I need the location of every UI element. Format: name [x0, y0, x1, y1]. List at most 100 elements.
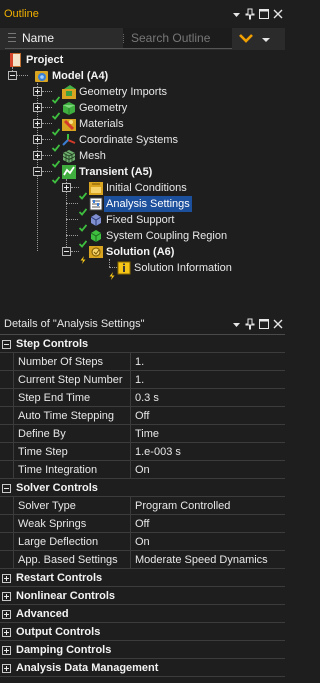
- tree-item-label: Analysis Settings: [104, 196, 192, 212]
- check-icon: [52, 96, 60, 104]
- property-name: App. Based Settings: [13, 550, 131, 569]
- toolbar-dropdown-icon[interactable]: [262, 36, 270, 44]
- property-value[interactable]: 0.3 s: [131, 389, 285, 407]
- tree-item-geometry-imports[interactable]: Geometry Imports: [61, 84, 169, 100]
- property-row[interactable]: Weak Springs Off: [0, 514, 285, 533]
- transient-analysis-icon: [62, 165, 76, 179]
- expand-toggle-coordinate-systems[interactable]: [33, 135, 42, 144]
- check-icon: [79, 192, 87, 200]
- property-name: Solver Type: [13, 496, 131, 515]
- property-row[interactable]: Time Step 1.e-003 s: [0, 442, 285, 461]
- property-row[interactable]: App. Based Settings Moderate Speed Dynam…: [0, 550, 285, 569]
- expand-toggle[interactable]: [2, 627, 11, 637]
- check-icon: [52, 176, 60, 184]
- model-icon: [35, 71, 48, 82]
- property-value[interactable]: 1.e-003 s: [131, 443, 285, 461]
- tree-item-mesh[interactable]: Mesh: [61, 148, 108, 164]
- expand-toggle[interactable]: [2, 573, 11, 583]
- property-name: Number Of Steps: [13, 352, 131, 371]
- tree-item-label: Solution Information: [134, 262, 232, 274]
- solution-icon: [89, 246, 103, 258]
- expand-toggle[interactable]: [2, 591, 11, 601]
- property-value[interactable]: Program Controlled: [131, 497, 285, 515]
- tree-item-model[interactable]: Model (A4): [34, 68, 110, 84]
- property-value[interactable]: On: [131, 461, 285, 479]
- system-coupling-region-icon: [90, 230, 102, 242]
- tree-item-system-coupling-region[interactable]: System Coupling Region: [88, 228, 229, 244]
- property-row[interactable]: Number Of Steps 1.: [0, 352, 285, 371]
- collapse-toggle-transient[interactable]: [33, 167, 42, 176]
- property-value[interactable]: Off: [131, 407, 285, 425]
- property-value[interactable]: Moderate Speed Dynamics: [131, 551, 285, 569]
- property-value[interactable]: 1.: [131, 353, 285, 371]
- pin-icon[interactable]: [243, 316, 257, 332]
- tree-item-solution-information[interactable]: Solution Information: [116, 260, 234, 276]
- tree-item-materials[interactable]: Materials: [61, 116, 126, 132]
- property-row[interactable]: Current Step Number 1.: [0, 370, 285, 389]
- expand-toggle[interactable]: [2, 609, 11, 619]
- tree-item-project[interactable]: Project: [8, 52, 65, 68]
- collapse-toggle[interactable]: [2, 483, 11, 493]
- property-value[interactable]: Time: [131, 425, 285, 443]
- maximize-icon[interactable]: [257, 316, 271, 332]
- expand-toggle-geometry-imports[interactable]: [33, 87, 42, 96]
- expand-toggle-initial-conditions[interactable]: [62, 183, 71, 192]
- name-column-selector[interactable]: Name: [5, 28, 123, 49]
- tree-item-label: Model (A4): [52, 70, 109, 82]
- collapse-toggle-solution[interactable]: [62, 247, 71, 256]
- property-row[interactable]: Large Deflection On: [0, 532, 285, 551]
- group-damping-controls[interactable]: Damping Controls: [0, 641, 285, 659]
- group-output-controls[interactable]: Output Controls: [0, 623, 285, 641]
- tree-item-label: Project: [26, 54, 64, 66]
- tree-item-initial-conditions[interactable]: Initial Conditions: [88, 180, 189, 196]
- expand-toggle-materials[interactable]: [33, 119, 42, 128]
- property-row[interactable]: Time Integration On: [0, 460, 285, 479]
- collapse-toggle-model[interactable]: [8, 71, 17, 80]
- tree-item-label: Mesh: [79, 150, 106, 162]
- search-outline-input[interactable]: Search Outline: [123, 28, 232, 49]
- group-label: Advanced: [16, 607, 69, 620]
- group-solver-controls[interactable]: Solver Controls: [0, 479, 285, 497]
- tree-item-coordinate-systems[interactable]: Coordinate Systems: [61, 132, 180, 148]
- property-row[interactable]: Auto Time Stepping Off: [0, 406, 285, 425]
- property-name: Define By: [13, 424, 131, 443]
- check-icon: [52, 144, 60, 152]
- dropdown-arrow-icon[interactable]: [229, 316, 243, 332]
- group-label: Analysis Data Management: [16, 661, 159, 674]
- expand-toggle[interactable]: [2, 645, 11, 655]
- tree-item-geometry[interactable]: Geometry: [61, 100, 129, 116]
- close-icon[interactable]: [271, 316, 285, 332]
- group-step-controls[interactable]: Step Controls: [0, 335, 285, 353]
- tree-item-analysis-settings[interactable]: Analysis Settings: [88, 196, 192, 212]
- group-analysis-data-management[interactable]: Analysis Data Management: [0, 659, 285, 677]
- property-row[interactable]: Define By Time: [0, 424, 285, 443]
- property-value[interactable]: Off: [131, 515, 285, 533]
- close-icon[interactable]: [271, 6, 285, 22]
- group-restart-controls[interactable]: Restart Controls: [0, 569, 285, 587]
- group-advanced[interactable]: Advanced: [0, 605, 285, 623]
- property-name: Step End Time: [13, 388, 131, 407]
- group-nonlinear-controls[interactable]: Nonlinear Controls: [0, 587, 285, 605]
- dropdown-arrow-icon[interactable]: [229, 6, 243, 22]
- tree-item-label: Geometry Imports: [79, 86, 168, 98]
- expand-toggle[interactable]: [2, 663, 11, 673]
- pin-icon[interactable]: [243, 6, 257, 22]
- expand-chevron-icon[interactable]: [238, 30, 254, 46]
- property-name: Weak Springs: [13, 514, 131, 533]
- tree-item-transient[interactable]: Transient (A5): [61, 164, 154, 180]
- collapse-toggle[interactable]: [2, 339, 11, 349]
- property-value[interactable]: 1.: [131, 371, 285, 389]
- expand-toggle-mesh[interactable]: [33, 151, 42, 160]
- property-row[interactable]: Step End Time 0.3 s: [0, 388, 285, 407]
- expand-toggle-geometry[interactable]: [33, 103, 42, 112]
- maximize-icon[interactable]: [257, 6, 271, 22]
- tree-item-solution[interactable]: Solution (A6): [88, 244, 176, 260]
- property-value[interactable]: On: [131, 533, 285, 551]
- tree-item-fixed-support[interactable]: Fixed Support: [88, 212, 176, 228]
- materials-icon: [62, 119, 76, 131]
- tree-item-label: Coordinate Systems: [79, 134, 179, 146]
- tree-item-label: Solution (A6): [106, 246, 175, 258]
- property-row[interactable]: Solver Type Program Controlled: [0, 496, 285, 515]
- project-icon: [10, 53, 21, 67]
- solution-information-icon: [117, 261, 131, 275]
